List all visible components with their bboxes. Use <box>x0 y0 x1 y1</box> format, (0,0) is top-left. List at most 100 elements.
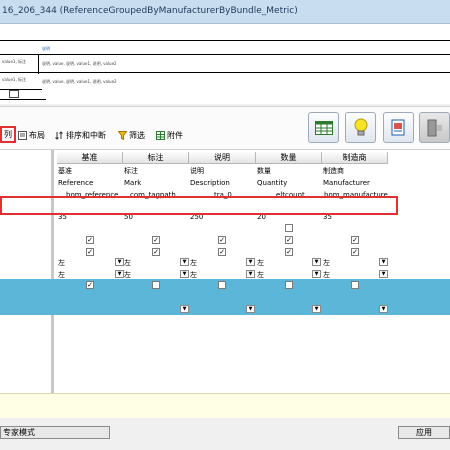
dropdown-arrow-icon[interactable]: ▼ <box>180 270 189 278</box>
preview-values: 说明, value, 说明, value1, 说明, value2 <box>42 61 117 66</box>
export-icon <box>427 119 442 136</box>
description-band <box>0 393 450 418</box>
preview-label: value1, 标注 <box>2 59 27 64</box>
window-title-bar: 16_206_344 (ReferenceGroupedByManufactur… <box>0 0 450 24</box>
column-align[interactable]: 左 <box>58 258 65 268</box>
dropdown-arrow-icon[interactable]: ▼ <box>312 258 321 266</box>
table-icon <box>156 130 165 140</box>
column-field[interactable]: Manufacturer <box>323 178 370 188</box>
attachments-button[interactable]: 附件 <box>156 128 183 142</box>
column-label[interactable]: 标注 <box>124 166 138 176</box>
report-preview-icon <box>391 119 404 135</box>
dropdown-arrow-icon[interactable]: ▼ <box>379 305 388 313</box>
preview-values: 说明, value, 说明, value1, 说明, value2 <box>42 79 117 84</box>
column-align[interactable]: 左 <box>323 270 330 280</box>
layout-label: 布局 <box>29 130 45 140</box>
sort-icon <box>55 130 63 140</box>
column-align[interactable]: 左 <box>124 258 131 268</box>
column-header[interactable]: 基准 <box>57 152 123 164</box>
dropdown-arrow-icon[interactable]: ▼ <box>379 258 388 266</box>
selected-checkbox[interactable] <box>218 281 226 289</box>
report-toolbar: 列 布局 排序和中断 筛选 附件 <box>0 106 450 150</box>
layout-button[interactable]: 布局 <box>18 128 45 142</box>
apply-button[interactable]: 应用 <box>398 426 450 439</box>
selected-checkbox[interactable] <box>285 281 293 289</box>
preview-line <box>0 89 42 90</box>
visible-checkbox[interactable]: ✓ <box>152 248 160 256</box>
column-align[interactable]: 左 <box>190 270 197 280</box>
visible-checkbox[interactable]: ✓ <box>218 248 226 256</box>
expert-mode-toggle[interactable]: 专家模式 <box>0 426 110 439</box>
visible-checkbox[interactable]: ✓ <box>351 248 359 256</box>
visible-checkbox[interactable]: ✓ <box>351 236 359 244</box>
window-title: 16_206_344 (ReferenceGroupedByManufactur… <box>2 6 298 16</box>
dropdown-arrow-icon[interactable]: ▼ <box>379 270 388 278</box>
expert-mode-label: 专家模式 <box>3 428 35 437</box>
dropdown-arrow-icon[interactable]: ▼ <box>246 270 255 278</box>
table-view-button[interactable] <box>308 112 339 143</box>
filter-button[interactable]: 筛选 <box>118 128 145 142</box>
dropdown-arrow-icon[interactable]: ▼ <box>115 258 124 266</box>
columns-label: 列 <box>4 130 12 139</box>
report-preview: 说明 value1, 标注 说明, value, 说明, value1, 说明,… <box>0 24 450 104</box>
row-header-pane <box>0 150 54 393</box>
filter-label: 筛选 <box>129 130 145 140</box>
attachments-label: 附件 <box>167 130 183 140</box>
dropdown-arrow-icon[interactable]: ▼ <box>246 305 255 313</box>
column-label[interactable]: 制造商 <box>323 166 344 176</box>
sort-label: 排序和中断 <box>66 130 106 140</box>
filter-icon <box>118 130 127 140</box>
column-field[interactable]: Reference <box>58 178 93 188</box>
column-field[interactable]: Mark <box>124 178 141 188</box>
preview-line <box>0 40 450 41</box>
column-align[interactable]: 左 <box>257 258 264 268</box>
dropdown-arrow-icon[interactable]: ▼ <box>312 305 321 313</box>
layout-icon <box>18 130 27 140</box>
selected-checkbox[interactable]: ✓ <box>86 281 94 289</box>
preview-line <box>0 54 450 55</box>
visible-checkbox[interactable]: ✓ <box>285 248 293 256</box>
visible-checkbox[interactable]: ✓ <box>218 236 226 244</box>
column-align[interactable]: 左 <box>257 270 264 280</box>
export-button[interactable] <box>419 112 450 143</box>
column-label[interactable]: 说明 <box>190 166 204 176</box>
lightbulb-icon <box>354 118 367 135</box>
dropdown-arrow-icon[interactable]: ▼ <box>312 270 321 278</box>
apply-label: 应用 <box>416 428 432 437</box>
visible-checkbox[interactable]: ✓ <box>86 248 94 256</box>
dropdown-arrow-icon[interactable]: ▼ <box>246 258 255 266</box>
status-bar: 专家模式 应用 <box>0 418 450 450</box>
highlight-box <box>0 196 398 215</box>
column-header[interactable]: 说明 <box>189 152 256 164</box>
column-align[interactable]: 左 <box>323 258 330 268</box>
preview-frame <box>9 90 19 98</box>
column-header[interactable]: 标注 <box>123 152 189 164</box>
column-label[interactable]: 数量 <box>257 166 271 176</box>
selected-checkbox[interactable] <box>351 281 359 289</box>
preview-cell: 说明 <box>42 46 50 51</box>
column-label[interactable]: 基准 <box>58 166 72 176</box>
column-header[interactable]: 数量 <box>256 152 322 164</box>
column-align[interactable]: 左 <box>58 270 65 280</box>
column-align[interactable]: 左 <box>190 258 197 268</box>
tip-button[interactable] <box>345 112 376 143</box>
preview-divider <box>38 54 39 74</box>
dropdown-arrow-icon[interactable]: ▼ <box>115 270 124 278</box>
visible-checkbox[interactable]: ✓ <box>152 236 160 244</box>
sort-button[interactable]: 排序和中断 <box>55 128 106 142</box>
column-field[interactable]: Quantity <box>257 178 287 188</box>
selected-row[interactable] <box>0 291 450 303</box>
selected-checkbox[interactable] <box>152 281 160 289</box>
columns-button[interactable]: 列 <box>0 126 16 143</box>
dropdown-arrow-icon[interactable]: ▼ <box>180 305 189 313</box>
preview-line <box>0 99 46 100</box>
column-header[interactable]: 制造商 <box>322 152 388 164</box>
column-field[interactable]: Description <box>190 178 230 188</box>
preview-button[interactable] <box>383 112 414 143</box>
visible-checkbox[interactable] <box>285 224 293 232</box>
visible-checkbox[interactable]: ✓ <box>285 236 293 244</box>
column-settings-grid: 基准 基准 Reference bom_reference 35 ✓ ✓ 左 左… <box>0 150 450 393</box>
visible-checkbox[interactable]: ✓ <box>86 236 94 244</box>
column-align[interactable]: 左 <box>124 270 131 280</box>
dropdown-arrow-icon[interactable]: ▼ <box>180 258 189 266</box>
